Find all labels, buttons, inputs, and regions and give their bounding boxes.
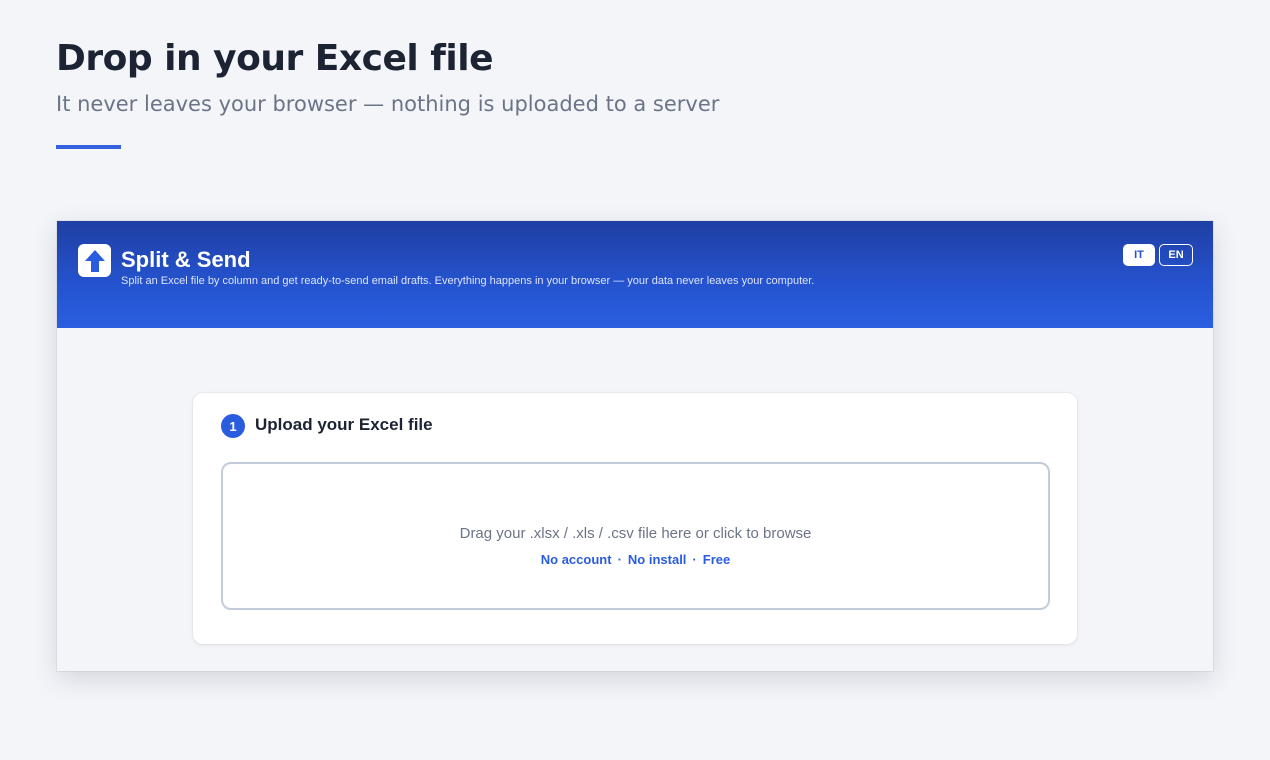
feature-list: No account · No install · Free xyxy=(223,552,1048,567)
dropzone-instructions: Drag your .xlsx / .xls / .csv file here … xyxy=(459,525,812,542)
app-header: Split & Send Split an Excel file by colu… xyxy=(57,221,1213,328)
feature-separator: · xyxy=(692,552,697,567)
upload-arrow-icon xyxy=(84,249,105,272)
step-title: Upload your Excel file xyxy=(255,415,433,434)
feature-item: No install xyxy=(627,552,687,567)
feature-item: Free xyxy=(702,552,731,567)
app-logo xyxy=(78,244,111,277)
app-window: Split & Send Split an Excel file by colu… xyxy=(57,221,1213,671)
app-title: Split & Send xyxy=(121,247,251,272)
title-underline xyxy=(56,145,121,149)
file-dropzone[interactable]: Drag your .xlsx / .xls / .csv file here … xyxy=(221,462,1050,610)
step-number-badge: 1 xyxy=(221,414,245,438)
feature-separator: · xyxy=(617,552,622,567)
app-tagline: Split an Excel file by column and get re… xyxy=(121,275,815,287)
language-it-button[interactable]: IT xyxy=(1123,244,1155,266)
page-subtitle: It never leaves your browser — nothing i… xyxy=(56,92,720,116)
upload-step-card: 1 Upload your Excel file Drag your .xlsx… xyxy=(193,393,1077,644)
page-title: Drop in your Excel file xyxy=(56,38,494,79)
feature-item: No account xyxy=(540,552,612,567)
language-en-button[interactable]: EN xyxy=(1159,244,1193,266)
